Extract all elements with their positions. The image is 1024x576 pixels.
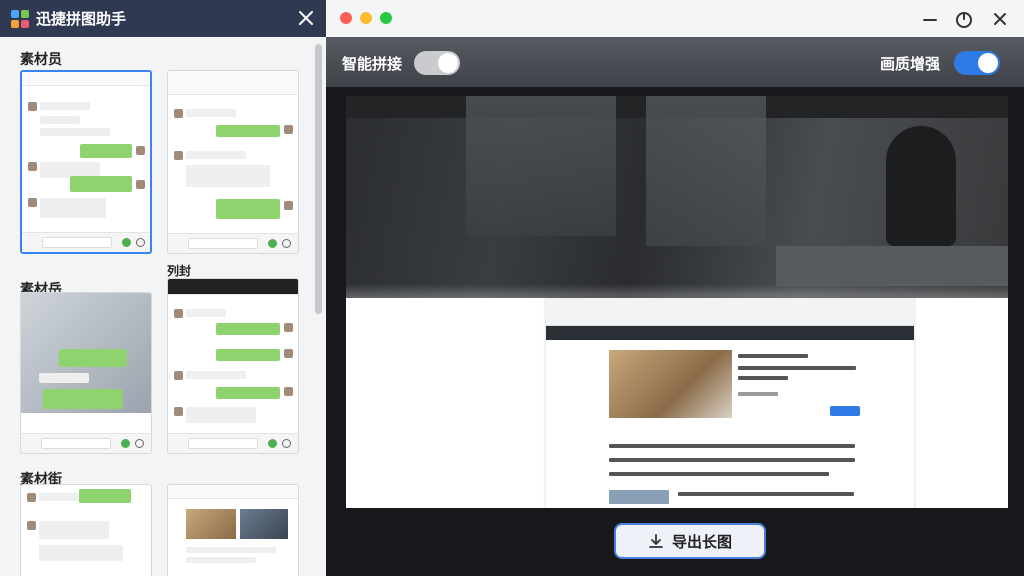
preview-webpage-capture — [546, 298, 914, 508]
traffic-minimize-button[interactable] — [360, 12, 372, 24]
pin-icon[interactable] — [952, 7, 976, 31]
left-titlebar: 迅捷拼图助手 — [0, 0, 326, 37]
thumb-header-label: 列封 — [167, 264, 192, 278]
app-title: 迅捷拼图助手 — [36, 11, 127, 28]
right-titlebar — [326, 0, 1024, 37]
material-thumbnail[interactable] — [20, 292, 152, 454]
close-icon[interactable] — [988, 7, 1012, 31]
material-thumbnail[interactable] — [167, 484, 299, 576]
editor-window: 智能拼接 画质增强 导出长图 — [326, 0, 1024, 576]
editor-toolbar: 智能拼接 画质增强 — [326, 37, 1024, 87]
section-label: 素材员 — [20, 51, 62, 67]
material-thumbnail[interactable] — [20, 484, 152, 576]
smart-stitch-toggle[interactable] — [414, 51, 460, 75]
export-label: 导出长图 — [671, 533, 732, 551]
download-icon — [649, 534, 663, 548]
enhance-toggle[interactable] — [954, 51, 1000, 75]
material-thumbnail[interactable] — [167, 70, 299, 254]
smart-stitch-label: 智能拼接 — [342, 56, 403, 73]
material-thumbnail[interactable] — [167, 278, 299, 454]
enhance-label: 画质增强 — [880, 56, 941, 73]
material-thumbnail[interactable] — [20, 70, 152, 254]
minimize-icon[interactable] — [918, 7, 942, 31]
app-logo-icon — [10, 9, 30, 29]
export-long-image-button[interactable]: 导出长图 — [614, 523, 766, 559]
close-icon[interactable] — [296, 8, 316, 28]
sidebar-scrollbar[interactable] — [315, 44, 322, 314]
traffic-close-button[interactable] — [340, 12, 352, 24]
material-panel: 迅捷拼图助手 素材员 素材岳 素材街 列封 — [0, 0, 326, 576]
stitch-preview-canvas[interactable] — [346, 96, 1008, 508]
preview-photo — [346, 96, 1008, 298]
traffic-maximize-button[interactable] — [380, 12, 392, 24]
